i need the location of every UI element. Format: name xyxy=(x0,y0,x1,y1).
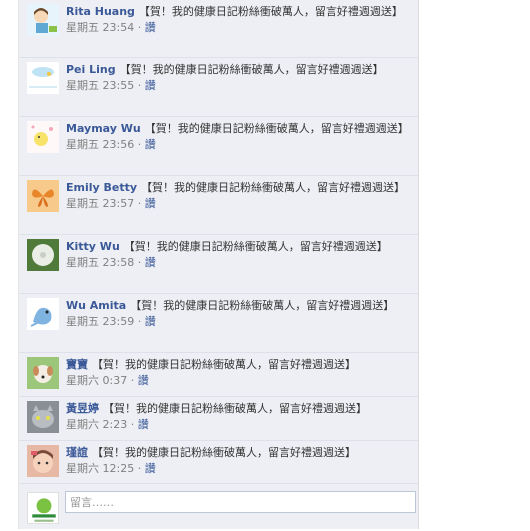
like-link[interactable]: 讚 xyxy=(145,315,156,328)
comment-meta: 星期六 12:25 · 讚 xyxy=(66,462,411,476)
comment-author-link[interactable]: Maymay Wu xyxy=(66,122,141,135)
comment-author-link[interactable]: Wu Amita xyxy=(66,299,126,312)
comment-author-link[interactable]: 黃昱婷 xyxy=(66,402,99,415)
comment-body: 黃昱婷 【賀！我的健康日記粉絲衝破萬人，留言好禮週週送】 星期六 2:23 · 讚 xyxy=(66,401,411,432)
comment-body: Rita Huang 【賀！我的健康日記粉絲衝破萬人，留言好禮週週送】 星期五 2… xyxy=(66,4,411,35)
comment-body: Kitty Wu 【賀！我的健康日記粉絲衝破萬人，留言好禮週週送】 星期五 23:… xyxy=(66,239,411,270)
comment-meta: 星期六 0:37 · 讚 xyxy=(66,374,411,388)
baby-avatar[interactable] xyxy=(27,445,59,477)
comment-author-link[interactable]: 寶寶 xyxy=(66,358,88,371)
comment-body: Emily Betty 【賀！我的健康日記粉絲衝破萬人，留言好禮週週送】 星期五 … xyxy=(66,180,411,211)
comment-timestamp[interactable]: 星期五 23:58 xyxy=(66,256,134,269)
comment-text: 【賀！我的健康日記粉絲衝破萬人，留言好禮週週送】 xyxy=(144,122,409,135)
comment-author-link[interactable]: Rita Huang xyxy=(66,5,135,18)
comment-text: 【賀！我的健康日記粉絲衝破萬人，留言好禮週週送】 xyxy=(123,240,388,253)
meta-separator: · xyxy=(127,374,138,387)
comment-meta: 星期五 23:59 · 讚 xyxy=(66,315,411,329)
comment-input[interactable] xyxy=(65,491,416,513)
comment-item: 瑾誼 【賀！我的健康日記粉絲衝破萬人，留言好禮週週送】 星期六 12:25 · 讚 xyxy=(19,441,419,484)
comment-item: Pei Ling 【賀！我的健康日記粉絲衝破萬人，留言好禮週週送】 星期五 23:… xyxy=(19,58,419,117)
comment-item: Emily Betty 【賀！我的健康日記粉絲衝破萬人，留言好禮週週送】 星期五 … xyxy=(19,176,419,235)
comment-meta: 星期五 23:57 · 讚 xyxy=(66,197,411,211)
comment-author-link[interactable]: Pei Ling xyxy=(66,63,116,76)
meta-separator: · xyxy=(134,79,145,92)
comment-author-link[interactable]: 瑾誼 xyxy=(66,446,88,459)
comment-body: Maymay Wu 【賀！我的健康日記粉絲衝破萬人，留言好禮週週送】 星期五 23… xyxy=(66,121,411,152)
comment-timestamp[interactable]: 星期五 23:59 xyxy=(66,315,134,328)
comment-timestamp[interactable]: 星期五 23:57 xyxy=(66,197,134,210)
meta-separator: · xyxy=(134,462,145,475)
comment-composer xyxy=(19,484,419,529)
comment-timestamp[interactable]: 星期五 23:54 xyxy=(66,21,134,34)
like-link[interactable]: 讚 xyxy=(145,21,156,34)
comment-text: 【賀！我的健康日記粉絲衝破萬人，留言好禮週週送】 xyxy=(119,63,384,76)
comment-author-link[interactable]: Emily Betty xyxy=(66,181,137,194)
comment-body: Wu Amita 【賀！我的健康日記粉絲衝破萬人，留言好禮週週送】 星期五 23:… xyxy=(66,298,411,329)
meta-separator: · xyxy=(134,197,145,210)
comment-timestamp[interactable]: 星期六 2:23 xyxy=(66,418,127,431)
comment-text: 【賀！我的健康日記粉絲衝破萬人，留言好禮週週送】 xyxy=(92,446,356,459)
sky-cloud-avatar[interactable] xyxy=(27,62,59,94)
comment-text: 【賀！我的健康日記粉絲衝破萬人，留言好禮週週送】 xyxy=(92,358,356,371)
comment-item: 黃昱婷 【賀！我的健康日記粉絲衝破萬人，留言好禮週週送】 星期六 2:23 · 讚 xyxy=(19,397,419,441)
comment-item: Wu Amita 【賀！我的健康日記粉絲衝破萬人，留言好禮週週送】 星期五 23:… xyxy=(19,294,419,353)
like-link[interactable]: 讚 xyxy=(145,197,156,210)
like-link[interactable]: 讚 xyxy=(138,418,149,431)
comment-meta: 星期五 23:56 · 讚 xyxy=(66,138,411,152)
comment-timestamp[interactable]: 星期六 0:37 xyxy=(66,374,127,387)
like-link[interactable]: 讚 xyxy=(145,462,156,475)
butterfly-avatar[interactable] xyxy=(27,180,59,212)
cartoon-girl-avatar[interactable] xyxy=(27,4,59,36)
comment-text: 【賀！我的健康日記粉絲衝破萬人，留言好禮週週送】 xyxy=(141,181,406,194)
panel-right-border xyxy=(418,0,419,529)
like-link[interactable]: 讚 xyxy=(145,79,156,92)
comment-item: 寶寶 【賀！我的健康日記粉絲衝破萬人，留言好禮週週送】 星期六 0:37 · 讚 xyxy=(19,353,419,397)
chick-cartoon-avatar[interactable] xyxy=(27,121,59,153)
comment-item: Rita Huang 【賀！我的健康日記粉絲衝破萬人，留言好禮週週送】 星期五 2… xyxy=(19,0,419,58)
like-link[interactable]: 讚 xyxy=(145,138,156,151)
meta-separator: · xyxy=(127,418,138,431)
comment-text: 【賀！我的健康日記粉絲衝破萬人，留言好禮週週送】 xyxy=(138,5,403,18)
comment-timestamp[interactable]: 星期六 12:25 xyxy=(66,462,134,475)
puppy-avatar[interactable] xyxy=(27,357,59,389)
meta-separator: · xyxy=(134,256,145,269)
page-logo-avatar xyxy=(27,492,59,524)
comment-text: 【賀！我的健康日記粉絲衝破萬人，留言好禮週週送】 xyxy=(103,402,367,415)
comment-meta: 星期五 23:58 · 讚 xyxy=(66,256,411,270)
meta-separator: · xyxy=(134,21,145,34)
comment-timestamp[interactable]: 星期五 23:55 xyxy=(66,79,134,92)
comment-author-link[interactable]: Kitty Wu xyxy=(66,240,120,253)
comment-item: Kitty Wu 【賀！我的健康日記粉絲衝破萬人，留言好禮週週送】 星期五 23:… xyxy=(19,235,419,294)
comment-text: 【賀！我的健康日記粉絲衝破萬人，留言好禮週週送】 xyxy=(130,299,395,312)
comment-body: 寶寶 【賀！我的健康日記粉絲衝破萬人，留言好禮週週送】 星期六 0:37 · 讚 xyxy=(66,357,411,388)
cat-avatar[interactable] xyxy=(27,401,59,433)
comment-item: Maymay Wu 【賀！我的健康日記粉絲衝破萬人，留言好禮週週送】 星期五 23… xyxy=(19,117,419,176)
comment-timestamp[interactable]: 星期五 23:56 xyxy=(66,138,134,151)
comment-body: 瑾誼 【賀！我的健康日記粉絲衝破萬人，留言好禮週週送】 星期六 12:25 · 讚 xyxy=(66,445,411,476)
blue-dragon-avatar[interactable] xyxy=(27,298,59,330)
meta-separator: · xyxy=(134,315,145,328)
comment-meta: 星期五 23:55 · 讚 xyxy=(66,79,411,93)
comment-meta: 星期五 23:54 · 讚 xyxy=(66,21,411,35)
like-link[interactable]: 讚 xyxy=(138,374,149,387)
like-link[interactable]: 讚 xyxy=(145,256,156,269)
comment-meta: 星期六 2:23 · 讚 xyxy=(66,418,411,432)
dandelion-avatar[interactable] xyxy=(27,239,59,271)
meta-separator: · xyxy=(134,138,145,151)
comments-panel: Rita Huang 【賀！我的健康日記粉絲衝破萬人，留言好禮週週送】 星期五 2… xyxy=(18,0,419,529)
comment-body: Pei Ling 【賀！我的健康日記粉絲衝破萬人，留言好禮週週送】 星期五 23:… xyxy=(66,62,411,93)
